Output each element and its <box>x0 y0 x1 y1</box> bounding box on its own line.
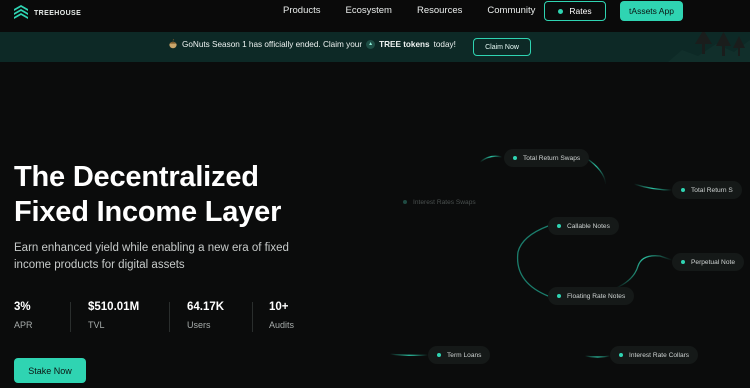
banner-text-part1: GoNuts Season 1 has officially ended. Cl… <box>182 39 363 49</box>
node-label: Interest Rates Swaps <box>413 198 476 206</box>
rates-label: Rates <box>569 6 592 16</box>
stat-audits: 10+ Audits <box>269 300 294 331</box>
banner-message: GoNuts Season 1 has officially ended. Cl… <box>168 39 456 49</box>
stat-divider <box>252 302 253 332</box>
node-label: Interest Rate Collars <box>629 351 690 359</box>
hero-title: The Decentralized Fixed Income Layer <box>14 160 281 230</box>
hero-subtitle: Earn enhanced yield while enabling a new… <box>14 240 289 274</box>
nav-link-products[interactable]: Products <box>283 6 321 16</box>
node-term-loans: Term Loans <box>428 346 491 364</box>
node-total-return-swaps: Total Return Swaps <box>504 149 590 167</box>
claim-now-button[interactable]: Claim Now <box>473 38 531 56</box>
stat-label: Audits <box>269 320 295 330</box>
nav-link-community[interactable]: Community <box>487 6 535 16</box>
stake-now-button[interactable]: Stake Now <box>14 358 86 383</box>
nav-link-ecosystem[interactable]: Ecosystem <box>346 6 392 16</box>
stat-apr: 3% APR <box>14 300 33 331</box>
tree-token-icon: ▲ <box>366 39 376 49</box>
stat-label: Users <box>187 320 211 330</box>
node-label: Perpetual Note <box>691 258 735 266</box>
top-navbar: TREEHOUSE Products Ecosystem Resources C… <box>0 0 750 32</box>
tassets-app-button[interactable]: tAssets App <box>620 1 683 21</box>
brand-name: TREEHOUSE <box>34 9 82 17</box>
nav-link-resources[interactable]: Resources <box>417 6 462 16</box>
products-diagram: Total Return Swaps Interest Rates Swaps … <box>390 140 750 388</box>
node-dot-icon <box>681 260 685 264</box>
node-dot-icon <box>403 200 407 204</box>
node-perpetual-notes: Perpetual Note <box>672 253 744 271</box>
stat-divider <box>169 302 170 332</box>
node-label: Total Return S <box>691 186 733 194</box>
node-interest-rate-collars: Interest Rate Collars <box>610 346 699 364</box>
banner-tree-illustration <box>668 32 750 62</box>
stake-now-label: Stake Now <box>28 365 72 376</box>
stat-value: 3% <box>14 301 31 313</box>
hero-title-line2: Fixed Income Layer <box>14 196 282 228</box>
node-callable-notes: Callable Notes <box>548 217 619 235</box>
announcement-banner: GoNuts Season 1 has officially ended. Cl… <box>0 32 750 62</box>
stat-value: $510.01M <box>88 301 140 313</box>
node-dot-icon <box>619 353 623 357</box>
node-label: Total Return Swaps <box>523 154 581 162</box>
node-dot-icon <box>557 224 561 228</box>
node-label: Term Loans <box>447 351 482 359</box>
node-label: Floating Rate Notes <box>567 292 626 300</box>
node-dot-icon <box>437 353 441 357</box>
logo[interactable]: TREEHOUSE <box>14 5 81 21</box>
node-floating-rate-notes: Floating Rate Notes <box>548 287 635 305</box>
stat-value: 10+ <box>269 301 289 313</box>
stat-label: APR <box>14 320 33 330</box>
node-label: Callable Notes <box>567 222 610 230</box>
stat-value: 64.17K <box>187 301 225 313</box>
hero-subtitle-line2: income products for digital assets <box>14 259 185 271</box>
stat-tvl: $510.01M TVL <box>88 300 139 331</box>
node-dot-icon <box>681 188 685 192</box>
gonuts-icon <box>169 39 177 49</box>
stat-users: 64.17K Users <box>187 300 224 331</box>
stat-divider <box>70 302 71 332</box>
stat-label: TVL <box>88 320 105 330</box>
node-dot-icon <box>513 156 517 160</box>
treehouse-logo-icon <box>14 5 28 19</box>
node-dot-icon <box>557 294 561 298</box>
node-interest-rates-swaps: Interest Rates Swaps <box>394 193 485 211</box>
hero-title-line1: The Decentralized <box>14 161 259 193</box>
node-total-return-s: Total Return S <box>672 181 742 199</box>
tassets-app-label: tAssets App <box>629 6 674 16</box>
banner-text-part2: today! <box>433 39 456 49</box>
rates-button[interactable]: Rates <box>544 1 606 21</box>
claim-now-label: Claim Now <box>485 43 519 51</box>
nav-links: Products Ecosystem Resources Community <box>283 6 535 16</box>
banner-token-label: TREE tokens <box>379 39 430 49</box>
status-dot-icon <box>558 8 564 14</box>
hero-subtitle-line1: Earn enhanced yield while enabling a new… <box>14 242 289 254</box>
